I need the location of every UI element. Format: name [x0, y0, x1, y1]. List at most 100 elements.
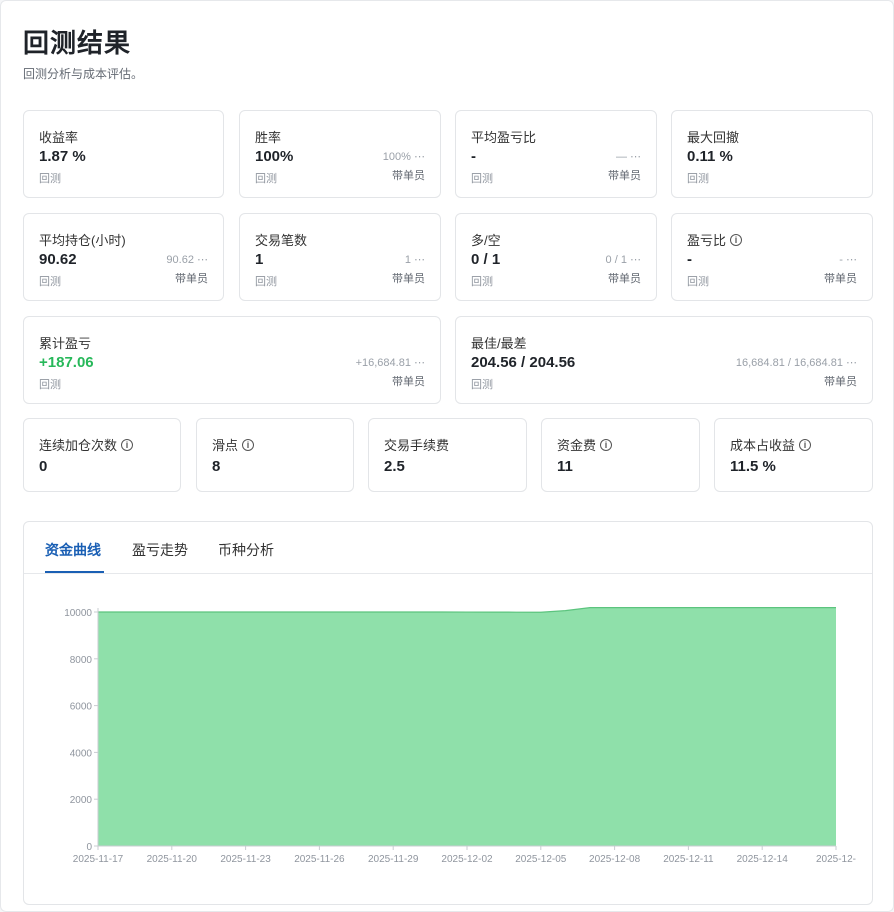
metric-value: 204.56 / 204.56: [471, 354, 576, 371]
metric-card-avg-holding: 平均持仓(小时) 90.62 回测 90.62 ⋯ 带单员: [23, 213, 224, 301]
metric-label-text: 连续加仓次数: [39, 438, 118, 453]
metric-source: 回测: [39, 173, 61, 185]
metric-value: -: [471, 148, 476, 165]
y-tick-label: 8000: [70, 655, 93, 666]
metric-card-best-worst: 最佳/最差 204.56 / 204.56 回测 16,684.81 / 16,…: [455, 316, 873, 404]
compare-source: 带单员: [824, 376, 857, 388]
metric-value: 0: [39, 458, 48, 475]
compare-value[interactable]: 16,684.81 / 16,684.81 ⋯: [736, 356, 857, 369]
info-icon[interactable]: i: [730, 233, 743, 246]
cost-card-trading-fee: 交易手续费 2.5: [368, 418, 527, 492]
tab-equity-curve[interactable]: 资金曲线: [45, 540, 101, 560]
compare-source: 带单员: [608, 273, 641, 285]
metric-label: 资金费 i: [557, 435, 613, 454]
metric-value: 11.5 %: [730, 458, 776, 475]
chart-tabs: 资金曲线 盈亏走势 币种分析: [24, 522, 872, 574]
cost-card-slippage: 滑点 i 8: [196, 418, 354, 492]
x-tick-label: 2025-12-05: [515, 854, 567, 865]
x-tick-label: 2025-11-17: [73, 854, 124, 865]
metric-label: 最佳/最差: [471, 336, 527, 351]
metric-label: 滑点 i: [212, 435, 255, 454]
metric-source: 回测: [255, 276, 277, 288]
metric-value: -: [687, 251, 692, 268]
info-icon[interactable]: i: [600, 438, 613, 451]
metric-label: 平均持仓(小时): [39, 233, 126, 248]
metric-card-win-rate: 胜率 100% 回测 100% ⋯ 带单员: [239, 110, 441, 198]
metric-source: 回测: [687, 173, 709, 185]
compare-source: 带单员: [824, 273, 857, 285]
compare-source: 带单员: [392, 273, 425, 285]
tab-pnl-trend[interactable]: 盈亏走势: [132, 540, 188, 560]
y-tick-label: 0: [86, 842, 92, 853]
metric-label: 连续加仓次数 i: [39, 435, 134, 454]
metric-label: 交易手续费: [384, 438, 450, 453]
metric-value: 90.62: [39, 251, 77, 268]
info-icon[interactable]: i: [121, 438, 134, 451]
equity-curve-chart: 10000 8000 6000 4000 2000 02025-11-17 2025-11-…: [64, 607, 856, 865]
metric-value: 0.11 %: [687, 148, 733, 165]
page-title: 回测结果: [23, 28, 132, 58]
metric-label: 多/空: [471, 233, 501, 248]
cost-card-cost-ratio: 成本占收益 i 11.5 %: [714, 418, 873, 492]
x-tick-label: 2025-11-29: [368, 854, 419, 865]
metric-label-text: 盈亏比: [687, 233, 727, 248]
tab-coin-analysis[interactable]: 币种分析: [218, 540, 274, 560]
info-icon[interactable]: i: [242, 438, 255, 451]
metric-source: 回测: [471, 173, 493, 185]
compare-source: 带单员: [392, 170, 425, 182]
x-tick-label: 2025-12-11: [663, 854, 714, 865]
page-subtitle: 回测分析与成本评估。: [23, 67, 144, 81]
metric-label-text: 资金费: [557, 438, 597, 453]
metric-source: 回测: [39, 276, 61, 288]
metric-source: 回测: [471, 379, 493, 391]
compare-value[interactable]: - ⋯: [839, 253, 857, 266]
active-tab-indicator: [45, 571, 104, 573]
chart-panel: 资金曲线 盈亏走势 币种分析 10000 8000 6000 4000 2000 0 202…: [23, 521, 873, 905]
metric-card-avg-pnl-ratio: 平均盈亏比 - 回测 — ⋯ 带单员: [455, 110, 657, 198]
metric-value: 0 / 1: [471, 251, 501, 268]
metric-card-cumulative-pnl: 累计盈亏 +187.06 回测 +16,684.81 ⋯ 带单员: [23, 316, 441, 404]
compare-value[interactable]: 100% ⋯: [383, 150, 425, 163]
metric-label: 累计盈亏: [39, 336, 92, 351]
compare-value[interactable]: 1 ⋯: [405, 253, 425, 266]
y-tick-label: 6000: [70, 702, 93, 713]
metric-label: 胜率: [255, 130, 282, 145]
metric-label-text: 滑点: [212, 438, 239, 453]
metric-label: 交易笔数: [255, 233, 308, 248]
metric-label: 平均盈亏比: [471, 130, 537, 145]
compare-value[interactable]: 90.62 ⋯: [166, 253, 208, 266]
info-icon[interactable]: i: [799, 438, 812, 451]
metric-card-long-short: 多/空 0 / 1 回测 0 / 1 ⋯ 带单员: [455, 213, 657, 301]
metric-label-text: 成本占收益: [730, 438, 796, 453]
x-tick-label: 2025-12-: [816, 854, 856, 865]
compare-value[interactable]: +16,684.81 ⋯: [356, 356, 425, 369]
metric-value: 1.87 %: [39, 148, 86, 165]
metric-source: 回测: [39, 379, 61, 391]
compare-value[interactable]: — ⋯: [616, 150, 641, 163]
compare-source: 带单员: [392, 376, 425, 388]
metric-card-return: 收益率 1.87 % 回测: [23, 110, 224, 198]
cost-card-funding-fee: 资金费 i 11: [541, 418, 700, 492]
metric-value: 100%: [255, 148, 294, 165]
metric-label: 成本占收益 i: [730, 435, 812, 454]
metric-value: +187.06: [39, 354, 94, 371]
metric-value: 1: [255, 251, 264, 268]
x-tick-label: 2025-12-02: [441, 854, 493, 865]
metric-card-pnl-ratio: 盈亏比 i - 回测 - ⋯ 带单员: [671, 213, 873, 301]
x-tick-label: 2025-12-08: [589, 854, 641, 865]
x-tick-label: 2025-12-14: [737, 854, 789, 865]
metric-value: 8: [212, 458, 221, 475]
metric-card-max-drawdown: 最大回撤 0.11 % 回测: [671, 110, 873, 198]
compare-value[interactable]: 0 / 1 ⋯: [606, 253, 641, 266]
equity-area: [98, 607, 836, 846]
y-tick-label: 4000: [70, 748, 93, 759]
metric-value: 2.5: [384, 458, 405, 475]
x-tick-label: 2025-11-20: [147, 854, 198, 865]
x-tick-label: 2025-11-23: [220, 854, 271, 865]
y-tick-label: 2000: [70, 795, 93, 806]
metric-source: 回测: [471, 276, 493, 288]
backtest-results-page: 回测结果 回测分析与成本评估。 收益率 1.87 % 回测 胜率 100% 回测…: [0, 0, 894, 912]
y-tick-label: 10000: [64, 608, 92, 619]
metric-label: 收益率: [39, 130, 79, 145]
metric-label: 盈亏比 i: [687, 230, 743, 249]
